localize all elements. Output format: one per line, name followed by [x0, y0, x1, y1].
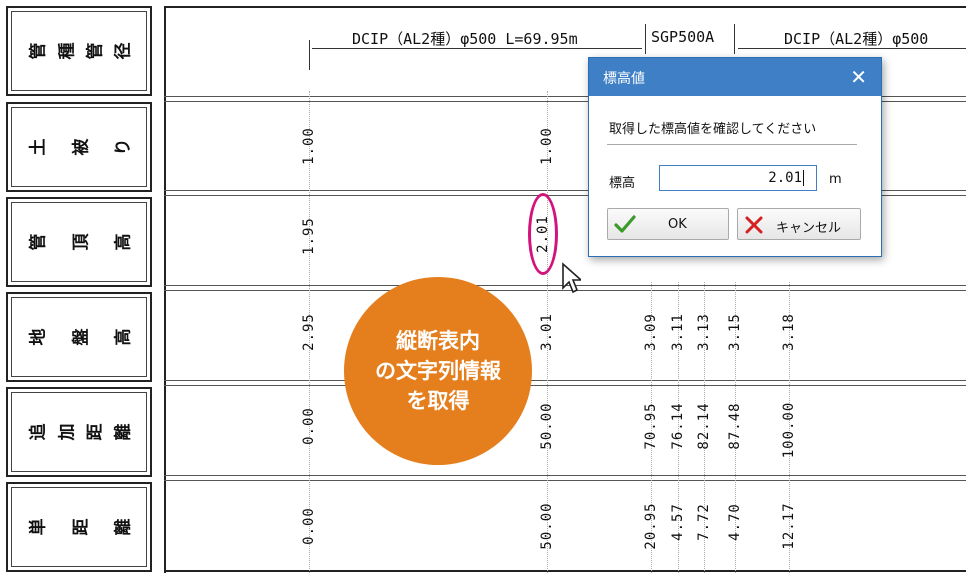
check-icon: [614, 215, 636, 233]
label-char: 追: [28, 423, 49, 441]
label-char: 加: [57, 423, 78, 441]
label-char: 管: [85, 42, 106, 60]
dimension-tick: [309, 40, 310, 70]
elevation-dialog: 標高値 ✕ 取得した標高値を確認してください 標高 2.01 m OK キャンセ…: [588, 57, 882, 257]
grid-line: [164, 570, 966, 572]
pipe-segment-label: DCIP（AL2種）φ500 L=69.95m: [352, 30, 578, 48]
dialog-message: 取得した標高値を確認してください: [609, 122, 817, 137]
single-distance-value: 12.17: [781, 502, 797, 550]
ground-value: 2.95: [301, 313, 317, 351]
cancel-button[interactable]: キャンセル: [737, 208, 861, 240]
label-char: 高: [113, 328, 134, 346]
ground-value: 3.09: [643, 313, 659, 351]
dimension-line: [738, 48, 966, 49]
single-distance-value: 4.57: [670, 503, 686, 541]
label-pipe-top: 管 頂 高: [6, 197, 152, 287]
cover-value: 1.00: [539, 127, 555, 165]
label-char: 管: [28, 42, 49, 60]
label-char: 地: [28, 328, 49, 346]
label-ground: 地 盤 高: [6, 292, 152, 382]
close-icon[interactable]: ✕: [850, 65, 867, 89]
row-divider: [164, 380, 966, 386]
dimension-tick: [645, 24, 646, 54]
ground-value: 3.13: [696, 313, 712, 351]
text-caret: [803, 170, 804, 186]
mouse-cursor-icon: [562, 262, 581, 294]
chainage-value: 70.95: [643, 402, 659, 450]
annotation-line: の文字列情報: [375, 359, 501, 383]
label-char: 距: [71, 518, 92, 536]
cancel-label: キャンセル: [776, 221, 842, 236]
label-char: 種: [57, 42, 78, 60]
dimension-line: [312, 48, 642, 49]
label-char: 離: [113, 423, 134, 441]
single-distance-value: 0.00: [301, 507, 317, 545]
chainage-value: 87.48: [727, 402, 743, 450]
pipe-segment-label: DCIP（AL2種）φ500: [784, 30, 929, 48]
label-char: 被: [71, 138, 92, 156]
label-char: 離: [113, 518, 134, 536]
dimension-tick: [734, 24, 735, 54]
label-pipe-type: 管 種 管 径: [6, 6, 152, 96]
pipe-top-value: 1.95: [301, 217, 317, 255]
dialog-separator: [607, 144, 857, 145]
single-distance-value: 7.72: [696, 503, 712, 541]
chainage-value: 76.14: [670, 402, 686, 450]
dialog-titlebar[interactable]: 標高値 ✕: [589, 58, 881, 96]
ok-label: OK: [668, 217, 687, 232]
ground-value: 3.01: [539, 313, 555, 351]
label-char: 頂: [71, 233, 92, 251]
label-char: 単: [28, 518, 49, 536]
cross-icon: [745, 216, 763, 234]
label-char: 管: [28, 233, 49, 251]
label-chainage: 追 加 距 離: [6, 387, 152, 477]
highlight-ellipse: [528, 193, 558, 275]
label-cover: 土 被 り: [6, 102, 152, 192]
label-char: 距: [85, 423, 106, 441]
label-char: 高: [113, 233, 134, 251]
label-char: 土: [28, 138, 49, 156]
single-distance-value: 4.70: [727, 503, 743, 541]
chainage-value: 0.00: [301, 407, 317, 445]
elevation-input-value: 2.01: [768, 170, 802, 186]
pipe-segment-label: SGP500A: [651, 28, 715, 46]
single-distance-value: 50.00: [539, 502, 555, 550]
annotation-callout: 縦断表内 の文字列情報 を取得: [344, 277, 532, 465]
dialog-title: 標高値: [603, 71, 645, 87]
ground-value: 3.11: [670, 313, 686, 351]
label-char: 径: [113, 42, 134, 60]
cover-value: 1.00: [301, 127, 317, 165]
label-char: 盤: [71, 328, 92, 346]
row-divider: [164, 475, 966, 481]
ok-button[interactable]: OK: [607, 208, 729, 240]
chainage-value: 82.14: [696, 402, 712, 450]
single-distance-value: 20.95: [643, 502, 659, 550]
unit-label: m: [829, 172, 842, 187]
chainage-value: 100.00: [781, 401, 797, 459]
ground-value: 3.15: [727, 313, 743, 351]
label-char: り: [113, 138, 134, 156]
elevation-input[interactable]: 2.01: [659, 165, 817, 191]
grid-line: [164, 6, 966, 8]
annotation-line: を取得: [406, 389, 470, 413]
elevation-label: 標高: [609, 176, 636, 191]
label-single-distance: 単 距 離: [6, 482, 152, 572]
ground-value: 3.18: [781, 313, 797, 351]
chainage-value: 50.00: [539, 402, 555, 450]
annotation-line: 縦断表内: [396, 329, 480, 353]
